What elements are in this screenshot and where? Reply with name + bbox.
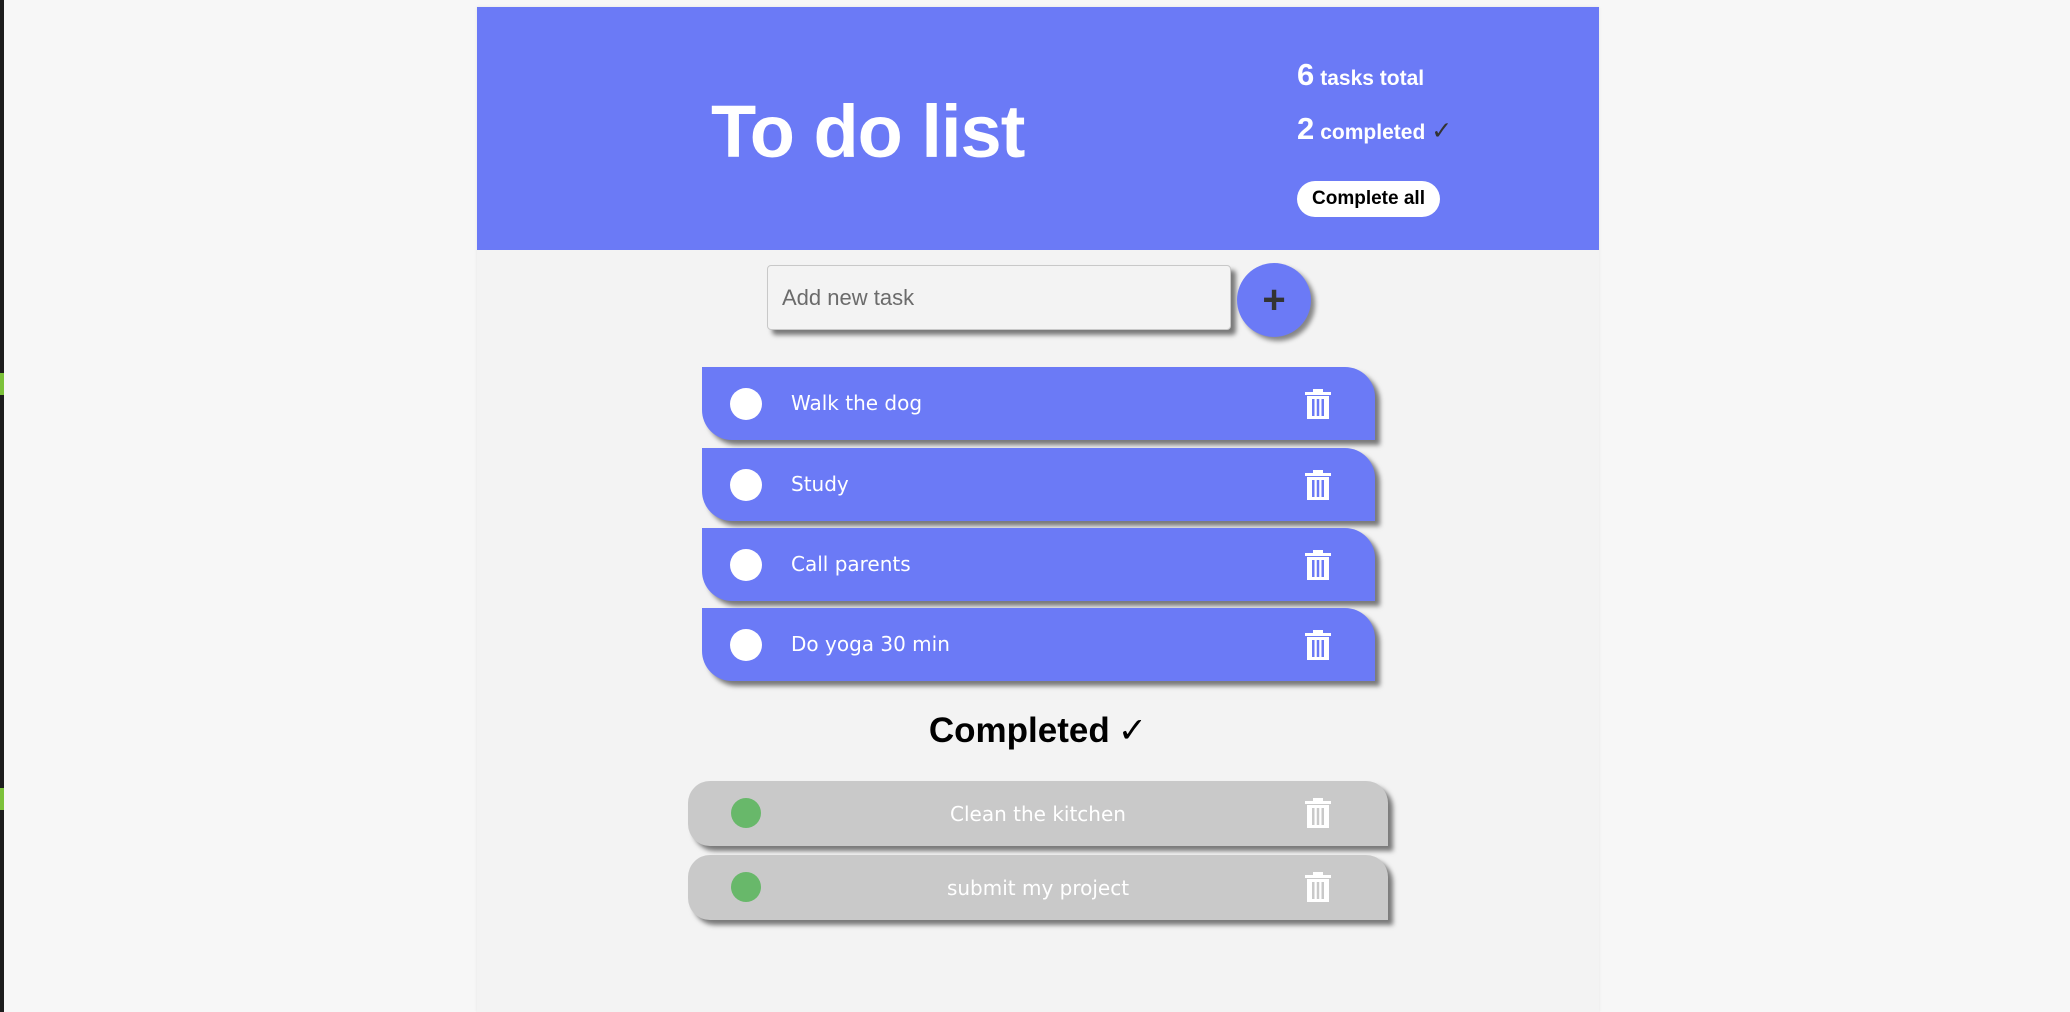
tasks-total-stat: 6 tasks total [1297,57,1424,93]
todo-app: To do list 6 tasks total 2 completed ✓ Comp… [477,7,1599,1012]
completed-heading-text: Completed [928,711,1110,750]
trash-icon[interactable] [1305,389,1331,419]
edge-marker [0,373,4,395]
complete-toggle-circle-icon[interactable] [730,388,762,420]
new-task-input[interactable] [767,265,1231,330]
page-title: To do list [711,90,1025,173]
task-label: Do yoga 30 min [791,632,950,656]
window-edge [0,0,4,1012]
task-label: Call parents [791,552,911,576]
trash-icon[interactable] [1305,872,1331,902]
tasks-total-label: tasks total [1320,67,1425,90]
add-task-button[interactable]: + [1237,263,1311,337]
completed-stat: 2 completed ✓ [1297,111,1452,147]
checkmark-icon: ✓ [1117,711,1148,750]
completed-count: 2 [1297,111,1315,146]
task-item: Call parents [702,528,1375,601]
task-label: Study [791,472,849,496]
completed-section-heading: Completed ✓ [477,713,1599,748]
completed-label: completed [1320,121,1426,144]
tasks-total-count: 6 [1297,57,1315,92]
complete-toggle-circle-icon[interactable] [730,469,762,501]
trash-icon[interactable] [1305,550,1331,580]
completed-task-item: submit my project [688,855,1388,920]
complete-toggle-circle-icon[interactable] [730,629,762,661]
trash-icon[interactable] [1305,470,1331,500]
edge-marker [0,788,4,810]
task-item: Do yoga 30 min [702,608,1375,681]
completed-task-item: Clean the kitchen [688,781,1388,846]
completed-task-label: submit my project [946,876,1130,900]
complete-all-button[interactable]: Complete all [1297,181,1440,217]
trash-icon[interactable] [1305,630,1331,660]
complete-toggle-circle-icon[interactable] [730,549,762,581]
header-banner: To do list 6 tasks total 2 completed ✓ Comp… [477,7,1599,250]
checkmark-icon: ✓ [1431,117,1453,145]
trash-icon[interactable] [1305,798,1331,828]
task-item: Study [702,448,1375,521]
task-label: Walk the dog [791,391,923,415]
task-item: Walk the dog [702,367,1375,440]
completed-task-label: Clean the kitchen [950,802,1126,826]
